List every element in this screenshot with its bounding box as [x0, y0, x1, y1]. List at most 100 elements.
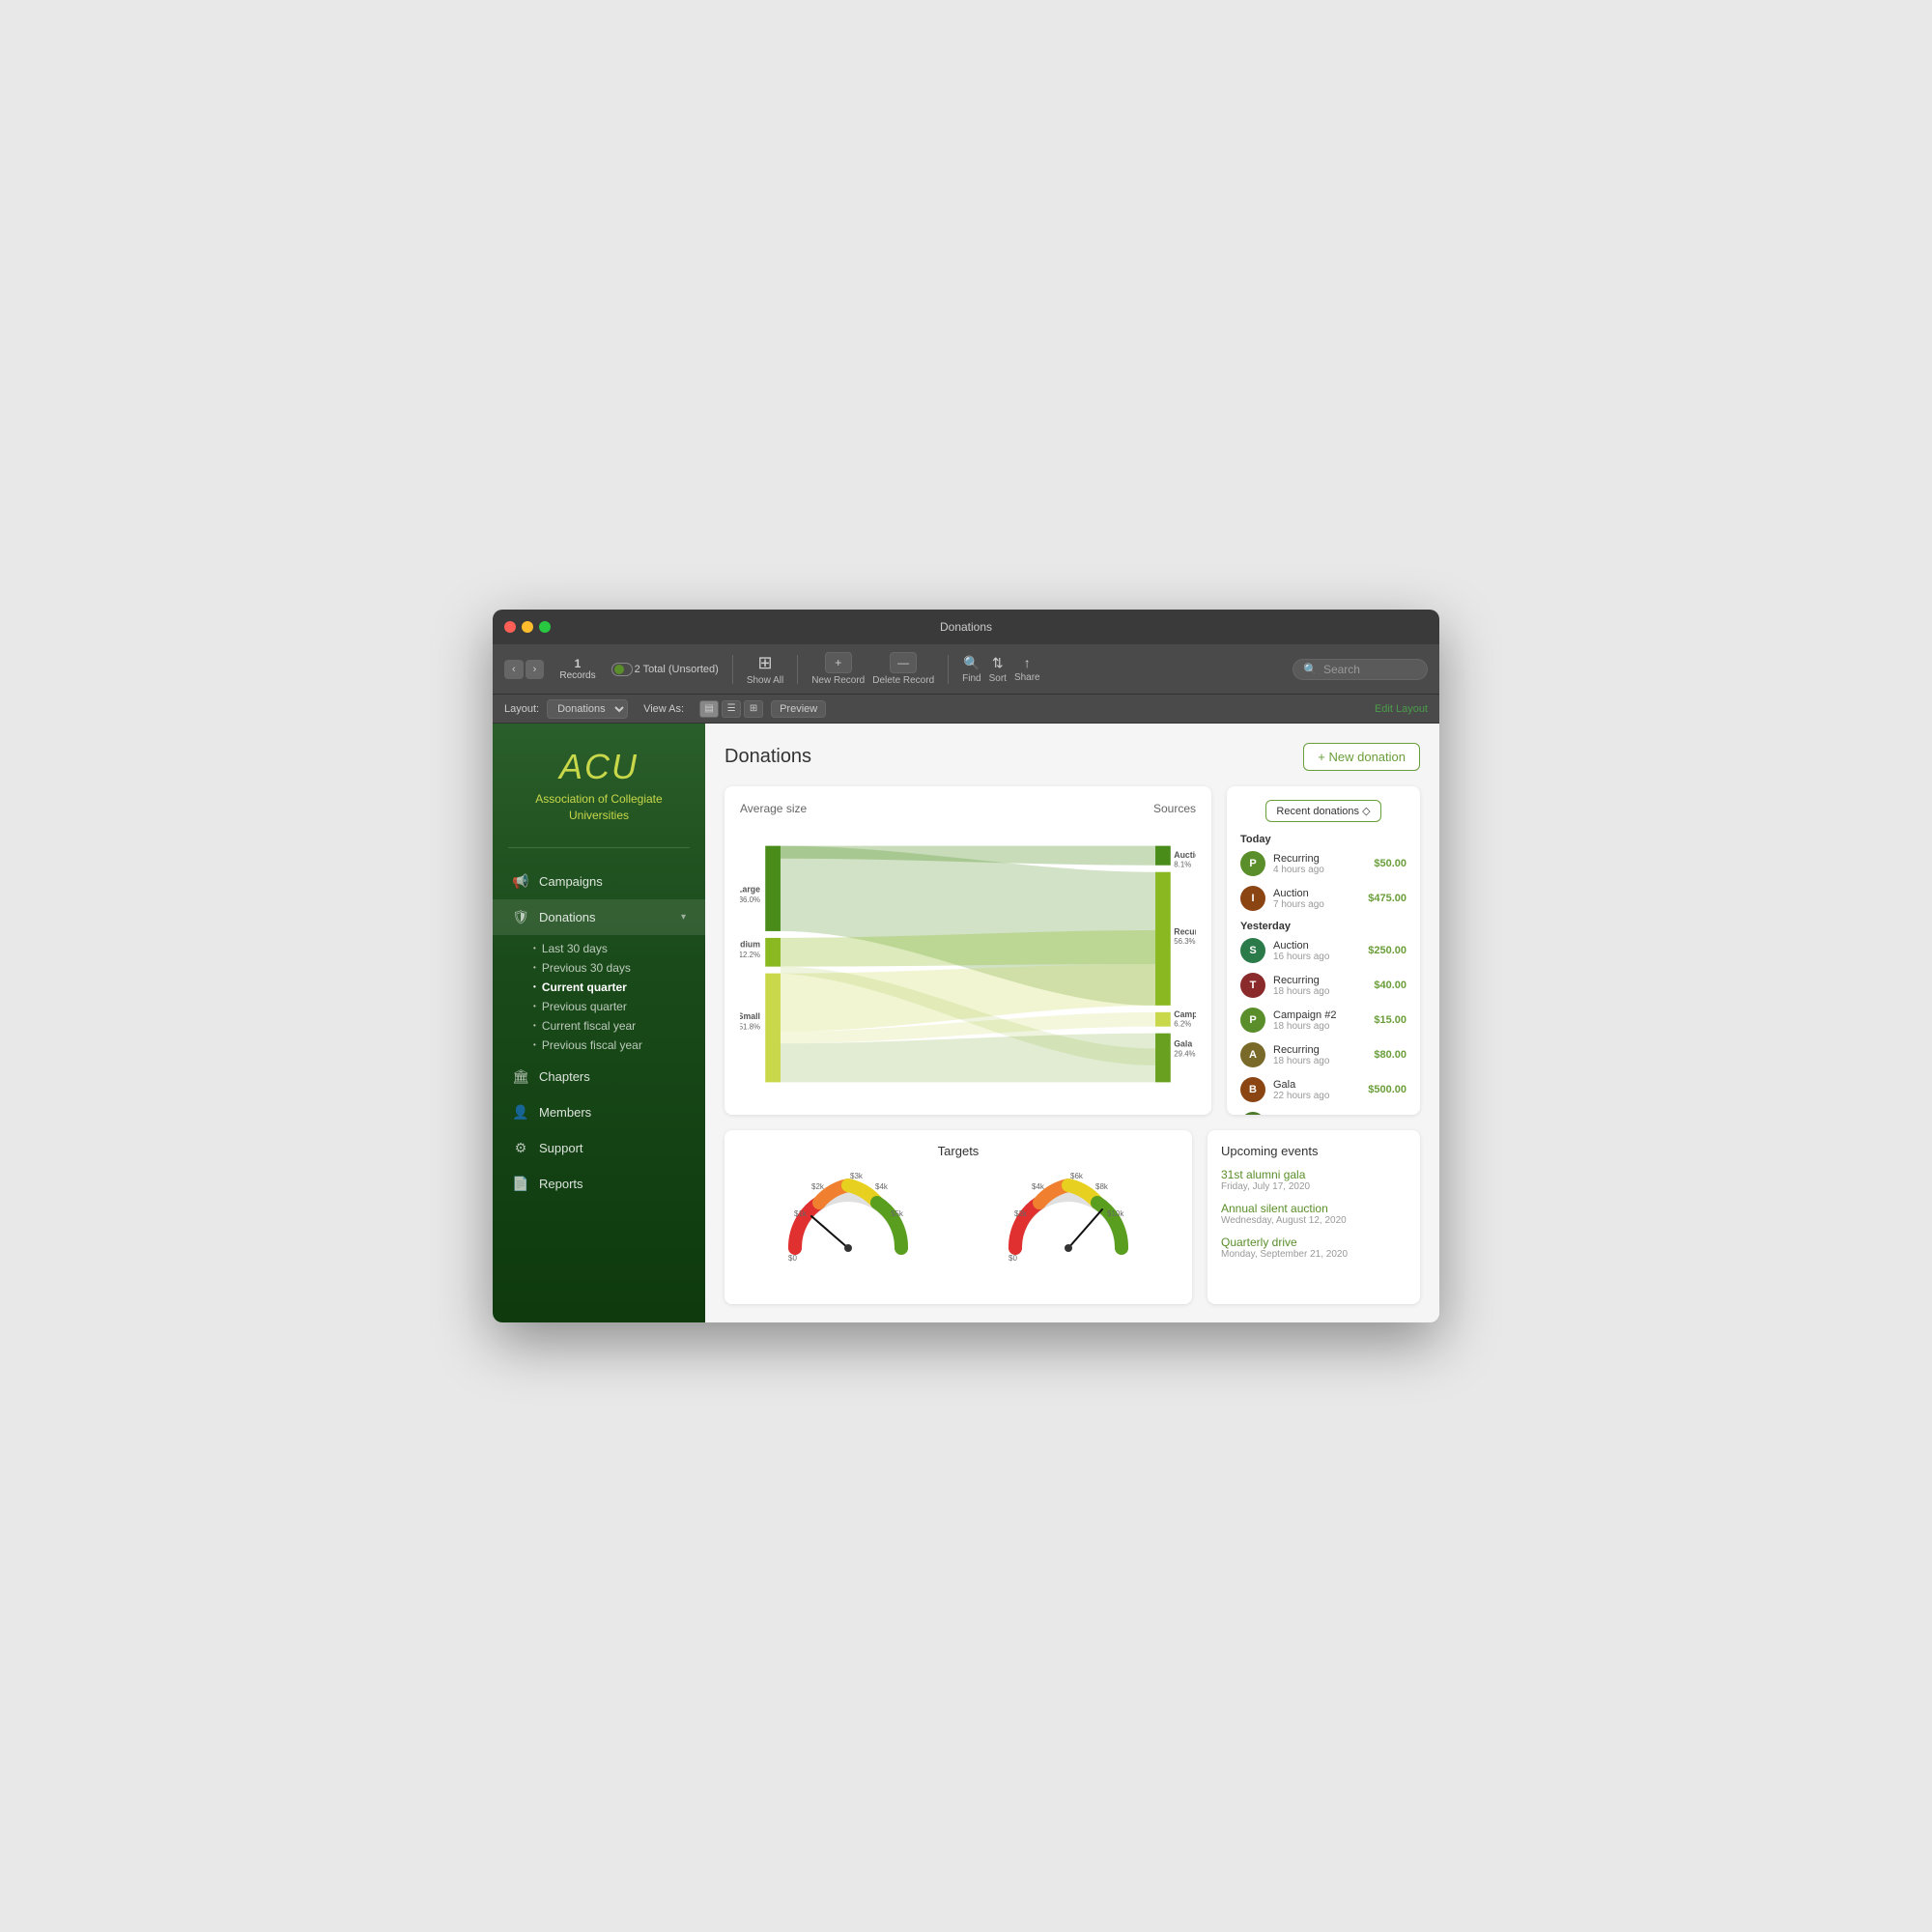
event-name[interactable]: Quarterly drive	[1221, 1236, 1406, 1249]
avatar-P2: P	[1240, 1008, 1265, 1033]
toolbar-sep-3	[948, 655, 949, 684]
nav-back-button[interactable]: ‹	[504, 660, 524, 679]
donation-info: Campaign #2 18 hours ago	[1273, 1009, 1366, 1032]
donation-type: Campaign #2	[1273, 1009, 1366, 1021]
donation-time: 18 hours ago	[1273, 1021, 1366, 1032]
view-list-icon[interactable]: ☰	[722, 700, 741, 718]
donation-info: Gala 22 hours ago	[1273, 1079, 1360, 1101]
pct-large: 36.0%	[740, 895, 760, 904]
sidebar-item-reports[interactable]: 📄 Reports	[493, 1166, 705, 1202]
donation-amount: $50.00	[1374, 858, 1406, 869]
label-gala: Gala	[1174, 1039, 1192, 1049]
members-label: Members	[539, 1105, 591, 1120]
label-auction: Auction	[1174, 850, 1196, 860]
donation-info-today-0: Recurring 4 hours ago	[1273, 853, 1366, 875]
svg-text:$2k: $2k	[1014, 1209, 1028, 1218]
minimize-button[interactable]	[522, 621, 533, 633]
avatar-S0: S	[1240, 938, 1265, 963]
event-name[interactable]: Annual silent auction	[1221, 1202, 1406, 1215]
new-record-section[interactable]: + New Record	[811, 652, 865, 686]
support-icon: ⚙	[512, 1140, 529, 1156]
pct-gala: 29.4%	[1174, 1049, 1195, 1058]
donation-time: 18 hours ago	[1273, 986, 1366, 997]
sidebar-item-donations[interactable]: 🛡 Donations ▾	[493, 899, 705, 935]
label-large: Large	[740, 885, 760, 895]
share-section[interactable]: ↑ Share	[1014, 655, 1040, 683]
event-name[interactable]: 31st alumni gala	[1221, 1168, 1406, 1181]
submenu-prev30[interactable]: Previous 30 days	[533, 958, 705, 978]
donation-amount: $40.00	[1374, 980, 1406, 991]
donations-label: Donations	[539, 910, 596, 924]
window-title: Donations	[940, 620, 992, 634]
donation-time: 4 hours ago	[1273, 865, 1366, 875]
share-label: Share	[1014, 672, 1040, 683]
donations-expand-icon[interactable]: ▾	[681, 912, 686, 923]
donation-time: 22 hours ago	[1273, 1091, 1360, 1101]
donation-item-today-0: P Recurring 4 hours ago $50.00	[1240, 851, 1406, 876]
submenu-current-fiscal[interactable]: Current fiscal year	[533, 1016, 705, 1036]
org-name: Association of CollegiateUniversities	[508, 791, 690, 824]
view-table-icon[interactable]: ⊞	[744, 700, 763, 718]
donation-info: Recurring 18 hours ago	[1273, 975, 1366, 997]
layoutbar: Layout: Donations View As: ▤ ☰ ⊞ Preview…	[493, 695, 1439, 724]
search-icon: 🔍	[1303, 663, 1318, 676]
layout-select[interactable]: Donations	[547, 699, 628, 719]
svg-text:$6k: $6k	[1070, 1172, 1084, 1180]
sidebar-item-chapters[interactable]: 🏛 Chapters	[493, 1059, 705, 1094]
preview-button[interactable]: Preview	[771, 700, 826, 718]
delete-record-button[interactable]: —	[890, 652, 917, 673]
show-all-section[interactable]: ⊞ Show All	[747, 653, 783, 686]
sidebar-item-members[interactable]: 👤 Members	[493, 1094, 705, 1130]
events-title: Upcoming events	[1221, 1144, 1406, 1158]
sidebar-item-campaigns[interactable]: 📢 Campaigns	[493, 864, 705, 899]
donation-item-yesterday-5: G Campaign #2 22 hours ago $300.00	[1240, 1112, 1406, 1115]
donation-info: Auction 16 hours ago	[1273, 940, 1360, 962]
donation-type: Recurring	[1273, 853, 1366, 865]
members-icon: 👤	[512, 1104, 529, 1121]
donation-type: Campaign #2	[1273, 1114, 1360, 1116]
find-section[interactable]: 🔍 Find	[962, 655, 980, 684]
avatar-A3: A	[1240, 1042, 1265, 1067]
sidebar-item-support[interactable]: ⚙ Support	[493, 1130, 705, 1166]
sankey-bar-large	[765, 846, 781, 931]
sankey-bar-recurring	[1155, 872, 1171, 1006]
edit-layout-button[interactable]: Edit Layout	[1375, 703, 1428, 715]
label-small: Small	[740, 1011, 760, 1021]
pct-recurring: 56.3%	[1174, 937, 1195, 946]
submenu-prev-fiscal[interactable]: Previous fiscal year	[533, 1036, 705, 1055]
events-list: 31st alumni gala Friday, July 17, 2020 A…	[1221, 1168, 1406, 1260]
donation-item-yesterday-2: P Campaign #2 18 hours ago $15.00	[1240, 1008, 1406, 1033]
new-donation-button[interactable]: + New donation	[1303, 743, 1420, 771]
submenu-last30[interactable]: Last 30 days	[533, 939, 705, 958]
view-icons: ▤ ☰ ⊞	[699, 700, 763, 718]
search-bar[interactable]: 🔍	[1293, 659, 1428, 680]
delete-record-section[interactable]: — Delete Record	[872, 652, 934, 686]
nav-forward-button[interactable]: ›	[526, 660, 545, 679]
sort-section[interactable]: ⇅ Sort	[989, 655, 1007, 684]
window-controls[interactable]	[504, 621, 551, 633]
sankey-chart: Large 36.0% Medium 12.2% Small 51.8% Auc…	[740, 829, 1196, 1099]
event-date: Wednesday, August 12, 2020	[1221, 1215, 1406, 1226]
label-recurring: Recurring	[1174, 926, 1196, 936]
reports-icon: 📄	[512, 1176, 529, 1192]
search-input[interactable]	[1323, 663, 1417, 676]
svg-text:$2k: $2k	[811, 1182, 825, 1191]
toolbar-sep-2	[797, 655, 798, 684]
yesterday-items: S Auction 16 hours ago $250.00 T Recurri…	[1240, 938, 1406, 1115]
sankey-svg: Large 36.0% Medium 12.2% Small 51.8% Auc…	[740, 829, 1196, 1099]
new-record-button[interactable]: +	[825, 652, 852, 673]
submenu-current-quarter[interactable]: Current quarter	[533, 978, 705, 997]
bottom-row: Targets	[724, 1130, 1420, 1304]
sankey-bar-gala	[1155, 1034, 1171, 1083]
filter-button[interactable]: Recent donations ◇	[1265, 800, 1380, 822]
close-button[interactable]	[504, 621, 516, 633]
show-all-label: Show All	[747, 675, 783, 686]
layout-label: Layout:	[504, 703, 539, 715]
sankey-bar-small	[765, 974, 781, 1083]
submenu-prev-quarter[interactable]: Previous quarter	[533, 997, 705, 1016]
view-form-icon[interactable]: ▤	[699, 700, 719, 718]
avatar-T1: T	[1240, 973, 1265, 998]
maximize-button[interactable]	[539, 621, 551, 633]
events-card: Upcoming events 31st alumni gala Friday,…	[1208, 1130, 1420, 1304]
sankey-card: Average size Sources	[724, 786, 1211, 1115]
